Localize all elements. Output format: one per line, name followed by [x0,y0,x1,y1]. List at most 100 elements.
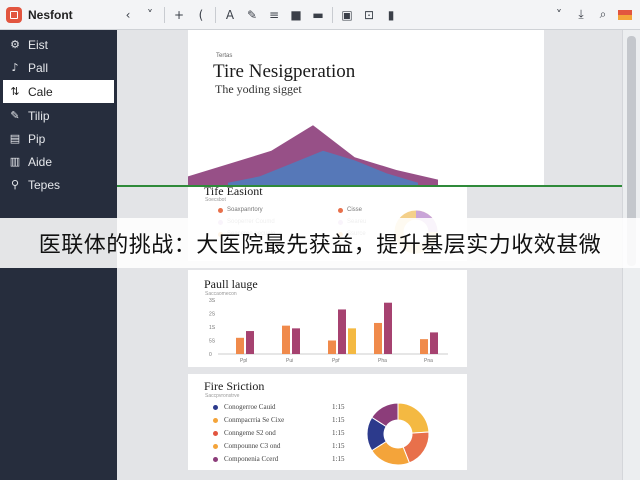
legend-value: 1:15 [332,429,345,437]
sidebar-item-label: Tepes [28,177,61,192]
card-pall-lauge[interactable]: Paull lauge Saccaomecon 3S 2S 1S 5S 0 Ppl Pui P… [188,270,467,367]
align-icon[interactable]: ≡ [263,4,285,26]
donut-slice [397,402,430,434]
legend-dot-icon [213,404,218,410]
download-icon[interactable]: ⤓ [570,4,592,26]
legend-value: 1:15 [332,403,345,411]
search-alt-icon: ⚲ [10,178,20,191]
bar [328,340,336,354]
app-name: Nesfont [28,7,73,22]
toolbar-separator [215,6,216,23]
bar [420,339,428,354]
legend-row: Conngeme S2 ond 1:15 [213,429,344,437]
bar [374,322,382,354]
card1-subtitle: Soecsbot [205,197,226,203]
bar-icon[interactable]: ▮ [380,4,402,26]
brand[interactable]: Nesfont [0,0,117,30]
bar [338,309,346,354]
legend-row: Compounne C3 ond 1:15 [213,442,344,450]
legend-value: 1:15 [332,442,345,450]
sidebar-item-label: Aide [28,154,53,169]
paren-icon[interactable]: ( [190,4,212,26]
donut-chart [366,402,430,466]
music-icon: ♪ [11,61,19,74]
hero-title: Tire Nesigperation [213,61,356,82]
hero-slide[interactable]: Tertas Tire Nesigperation The yoding sig… [188,30,544,186]
toolbar: ‹ ˅ +(A ✎ ≡ ■ ▬ ▣ ⊡ ▮ ˅ ⤓ ⌕ [117,0,640,30]
back-icon[interactable]: ‹ [117,4,139,26]
x-tick-label: Pui [286,358,293,364]
legend-dot-icon [213,417,218,423]
pen-icon: ✎ [10,109,20,122]
grid-icon: ▥ [9,155,21,168]
card-fire-sriction[interactable]: Fire Sriction Saccpvronstrve Conogerroe … [188,374,467,470]
bullet-dot-icon [218,207,223,213]
rect-icon[interactable]: ▬ [307,4,329,26]
search-icon[interactable]: ⌕ [592,4,614,26]
sidebar-item-2[interactable]: ⇅ Cale [3,80,114,103]
bar [348,328,356,354]
x-tick-label: Pha [378,358,387,364]
add-icon[interactable]: + [168,4,190,26]
image-icon[interactable]: ▣ [336,4,358,26]
sidebar-item-3[interactable]: ✎ Tilip [0,104,117,127]
y-tick-label: 1S [209,325,216,331]
shape-icon[interactable]: ■ [285,4,307,26]
toolbar-separator [332,6,333,23]
sidebar-item-label: Tilip [28,108,50,123]
text-icon[interactable]: A [219,4,241,26]
sidebar-item-1[interactable]: ♪ Pall [0,56,117,79]
legend-row: Componenia Ccerd 1:15 [213,455,344,463]
bar [282,325,290,354]
sidebar-item-label: Pall [28,60,49,75]
crop-icon[interactable]: ⊡ [358,4,380,26]
bullet-dot-icon [338,207,343,213]
bar [430,332,438,354]
list-item-label: Cisse [347,207,363,213]
sidebar-item-label: Cale [28,84,53,99]
list-item: Soaxpanrtory [218,207,263,213]
hero-kicker: Tertas [216,53,233,59]
legend-label: Conogerroe Cauid [224,403,276,411]
sidebar-item-5[interactable]: ▥ Aide [0,150,117,173]
legend-label: Compounne C3 ond [224,442,281,450]
bar [236,337,244,354]
card-icon: ▤ [9,132,21,145]
dropdown-icon[interactable]: ˅ [548,4,570,26]
sidebar-item-4[interactable]: ▤ Pip [0,127,117,150]
legend-label: Conngeme S2 ond [224,429,276,437]
sidebar-item-6[interactable]: ⚲ Tepes [0,173,117,196]
bar-chart: 3S 2S 1S 5S 0 Ppl Pui Ppf Pha Pna [209,298,448,364]
toolbar-separator [164,6,165,23]
legend-dot-icon [213,456,218,462]
list-item-label: Soaxpanrtory [227,207,263,213]
x-tick-label: Pna [424,358,433,364]
card3-subtitle: Saccpvronstrve [205,393,240,399]
pen-icon[interactable]: ✎ [241,4,263,26]
y-tick-label: 5S [209,339,216,345]
sidebar-item-0[interactable]: ⚙ Eist [0,33,117,56]
gear-icon: ⚙ [10,38,20,51]
bar [384,302,392,354]
legend-row: Conogerroe Cauid 1:15 [213,403,344,411]
list-item: Cisse [338,207,362,213]
card3-title: Fire Sriction [204,379,265,393]
y-tick-label: 0 [209,352,212,358]
caption-text: 医联体的挑战：大医院最先获益，提升基层实力收效甚微 [38,233,602,258]
bar [292,328,300,354]
legend-label: Componenia Ccerd [224,455,279,463]
legend-value: 1:15 [332,416,345,424]
x-tick-label: Ppl [240,358,247,364]
y-tick-label: 3S [209,298,216,304]
app-logo-icon [6,6,22,23]
sidebar-nav: ⚙ Eist ♪ Pall ⇅ Cale ✎ Tilip ▤ Pip ▥ Aide ⚲ Tepes [0,33,117,196]
bar [246,331,254,354]
sidebar-item-label: Eist [28,37,49,52]
legend-value: 1:15 [332,455,345,463]
language-flag-icon[interactable] [618,9,632,20]
legend-row: Conmpacrria Se Cixe 1:15 [213,416,344,424]
hero-subtitle: The yoding sigget [215,82,302,96]
y-tick-label: 2S [209,312,216,318]
x-tick-label: Ppf [332,358,340,364]
chevron-down-icon[interactable]: ˅ [139,4,161,26]
